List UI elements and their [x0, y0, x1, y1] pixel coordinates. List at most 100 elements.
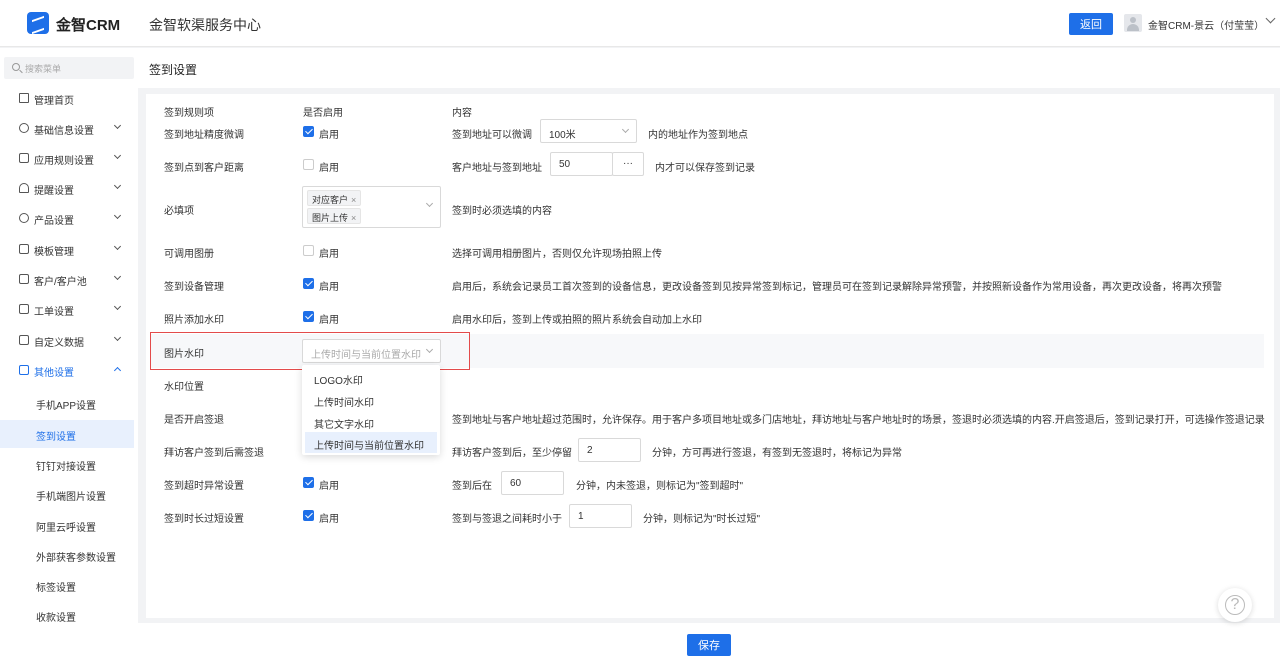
enable-label: 启用 [319, 481, 339, 492]
sidebar-subitem-label: 阿里云呼设置 [36, 523, 96, 534]
timeout-minutes-input[interactable]: 60 [501, 471, 564, 495]
sidebar-subitem-label: 钉钉对接设置 [36, 462, 96, 473]
watermark-select[interactable]: 上传时间与当前位置水印 [302, 339, 441, 363]
menu-search-input[interactable]: 搜索菜单 [4, 57, 134, 79]
header-rule: 签到规则项 [164, 108, 214, 119]
sidebar-item-home[interactable]: 管理首页 [0, 84, 138, 112]
brand-name: 金智CRM [56, 17, 121, 34]
sidebar-item-product[interactable]: 产品设置 [0, 204, 138, 232]
sidebar-item-label: 提醒设置 [34, 186, 74, 197]
required-fields-select[interactable]: 对应客户 × 图片上传 × [302, 186, 441, 228]
row-label: 图片水印 [164, 349, 204, 360]
sidebar-subitem-mobile-image[interactable]: 手机端图片设置 [0, 480, 134, 508]
sidebar: 搜索菜单 管理首页 基础信息设置 应用规则设置 提醒设置 产品设置 模板管理 客… [0, 48, 138, 667]
sidebar-item-app-rules[interactable]: 应用规则设置 [0, 144, 138, 172]
customer-icon [19, 274, 29, 284]
dropdown-option[interactable]: 其它文字水印 [305, 411, 437, 432]
dropdown-option-selected[interactable]: 上传时间与当前位置水印 [305, 432, 437, 453]
ticket-icon [19, 304, 29, 314]
enable-label: 启用 [319, 130, 339, 141]
sidebar-subitem-external-leads[interactable]: 外部获客参数设置 [0, 541, 134, 569]
back-button[interactable]: 返回 [1069, 13, 1113, 35]
sidebar-subitem-label: 外部获客参数设置 [36, 553, 116, 564]
enable-checkbox[interactable] [303, 245, 314, 256]
close-icon[interactable]: × [351, 195, 356, 205]
sidebar-item-customer[interactable]: 客户/客户池 [0, 265, 138, 293]
watermark-dropdown: LOGO水印 上传时间水印 其它文字水印 上传时间与当前位置水印 [302, 365, 440, 455]
sidebar-subitem-aliyun-call[interactable]: 阿里云呼设置 [0, 511, 134, 539]
row-text: 启用后，系统会记录员工首次签到的设备信息，更改设备签到见按异常签到标记，管理员可… [452, 282, 1222, 293]
sidebar-item-ticket[interactable]: 工单设置 [0, 295, 138, 323]
sidebar-subitem-tags[interactable]: 标签设置 [0, 571, 134, 599]
avatar[interactable] [1124, 14, 1142, 32]
sidebar-item-label: 其他设置 [34, 368, 74, 379]
row-label: 签到超时异常设置 [164, 481, 244, 492]
tag-image-upload[interactable]: 图片上传 × [307, 208, 362, 224]
enable-label: 启用 [319, 249, 339, 260]
chevron-down-icon [113, 121, 122, 130]
row-text: 拜访客户签到后，至少停留 [452, 448, 572, 459]
sidebar-item-custom-data[interactable]: 自定义数据 [0, 326, 138, 354]
enable-checkbox[interactable] [303, 477, 314, 488]
sidebar-item-label: 工单设置 [34, 307, 74, 318]
row-text: 启用水印后，签到上传或拍照的照片系统会自动加上水印 [452, 315, 702, 326]
save-button[interactable]: 保存 [687, 634, 731, 656]
row-text: 分钟，则标记为"时长过短" [643, 514, 761, 525]
sidebar-subitem-payment[interactable]: 收款设置 [0, 601, 134, 629]
cube-icon [19, 123, 29, 133]
sidebar-item-label: 产品设置 [34, 216, 74, 227]
logo-icon [27, 12, 49, 34]
help-button[interactable]: ? [1218, 588, 1252, 622]
document-icon [19, 153, 29, 163]
sidebar-subitem-label: 手机APP设置 [36, 401, 97, 412]
enable-checkbox[interactable] [303, 126, 314, 137]
row-label: 签到设备管理 [164, 282, 224, 293]
grid-icon [19, 365, 29, 375]
tag-label: 图片上传 [312, 213, 349, 223]
chevron-down-icon [113, 211, 122, 220]
enable-checkbox[interactable] [303, 510, 314, 521]
row-text: 内的地址作为签到地点 [648, 130, 748, 141]
home-icon [19, 93, 29, 103]
sidebar-item-label: 基础信息设置 [34, 126, 94, 137]
enable-checkbox[interactable] [303, 159, 314, 170]
chevron-down-icon [113, 302, 122, 311]
sidebar-item-reminder[interactable]: 提醒设置 [0, 174, 138, 202]
row-label: 签到时长过短设置 [164, 514, 244, 525]
sidebar-item-other-settings[interactable]: 其他设置 [0, 356, 138, 384]
distance-select[interactable]: 100米 [540, 119, 637, 143]
short-duration-input[interactable]: 1 [569, 504, 632, 528]
data-icon [19, 335, 29, 345]
sidebar-subitem-app[interactable]: 手机APP设置 [0, 389, 134, 417]
row-text: 分钟，方可再进行签退，有签到无签退时，将标记为异常 [652, 448, 902, 459]
sidebar-subitem-label: 标签设置 [36, 583, 76, 594]
row-label: 签到地址精度微调 [164, 130, 244, 141]
sidebar-item-label: 客户/客户池 [34, 277, 87, 288]
center-title: 金智软渠服务中心 [149, 17, 261, 33]
enable-label: 启用 [319, 282, 339, 293]
sidebar-item-label: 模板管理 [34, 247, 74, 258]
enable-checkbox[interactable] [303, 278, 314, 289]
main-content: 签到设置 签到规则项 是否启用 内容 签到地址精度微调 启用 签到地址可以微调 … [138, 48, 1280, 667]
close-icon[interactable]: × [351, 213, 356, 223]
row-label: 签到点到客户距离 [164, 163, 244, 174]
enable-checkbox[interactable] [303, 311, 314, 322]
row-text: 签到地址可以微调 [452, 130, 532, 141]
sidebar-subitem-label: 签到设置 [36, 432, 76, 443]
sidebar-item-template[interactable]: 模板管理 [0, 235, 138, 263]
user-name[interactable]: 金智CRM-景云（付莹莹） [1148, 17, 1264, 32]
tag-customer[interactable]: 对应客户 × [307, 190, 362, 206]
stay-minutes-input[interactable]: 2 [578, 438, 641, 462]
enable-label: 启用 [319, 163, 339, 174]
sidebar-subitem-checkin[interactable]: 签到设置 [0, 420, 134, 448]
more-button[interactable]: ··· [612, 152, 644, 176]
sidebar-item-basic-info[interactable]: 基础信息设置 [0, 114, 138, 142]
distance-input[interactable]: 50 [550, 152, 613, 176]
dropdown-option[interactable]: 上传时间水印 [305, 389, 437, 410]
title-bar: 签到设置 [138, 48, 1280, 88]
dropdown-option[interactable]: LOGO水印 [305, 367, 437, 388]
chevron-down-icon[interactable] [1265, 13, 1276, 24]
menu-search-placeholder: 搜索菜单 [25, 64, 62, 74]
row-label: 是否开启签退 [164, 415, 224, 426]
sidebar-subitem-dingtalk[interactable]: 钉钉对接设置 [0, 450, 134, 478]
